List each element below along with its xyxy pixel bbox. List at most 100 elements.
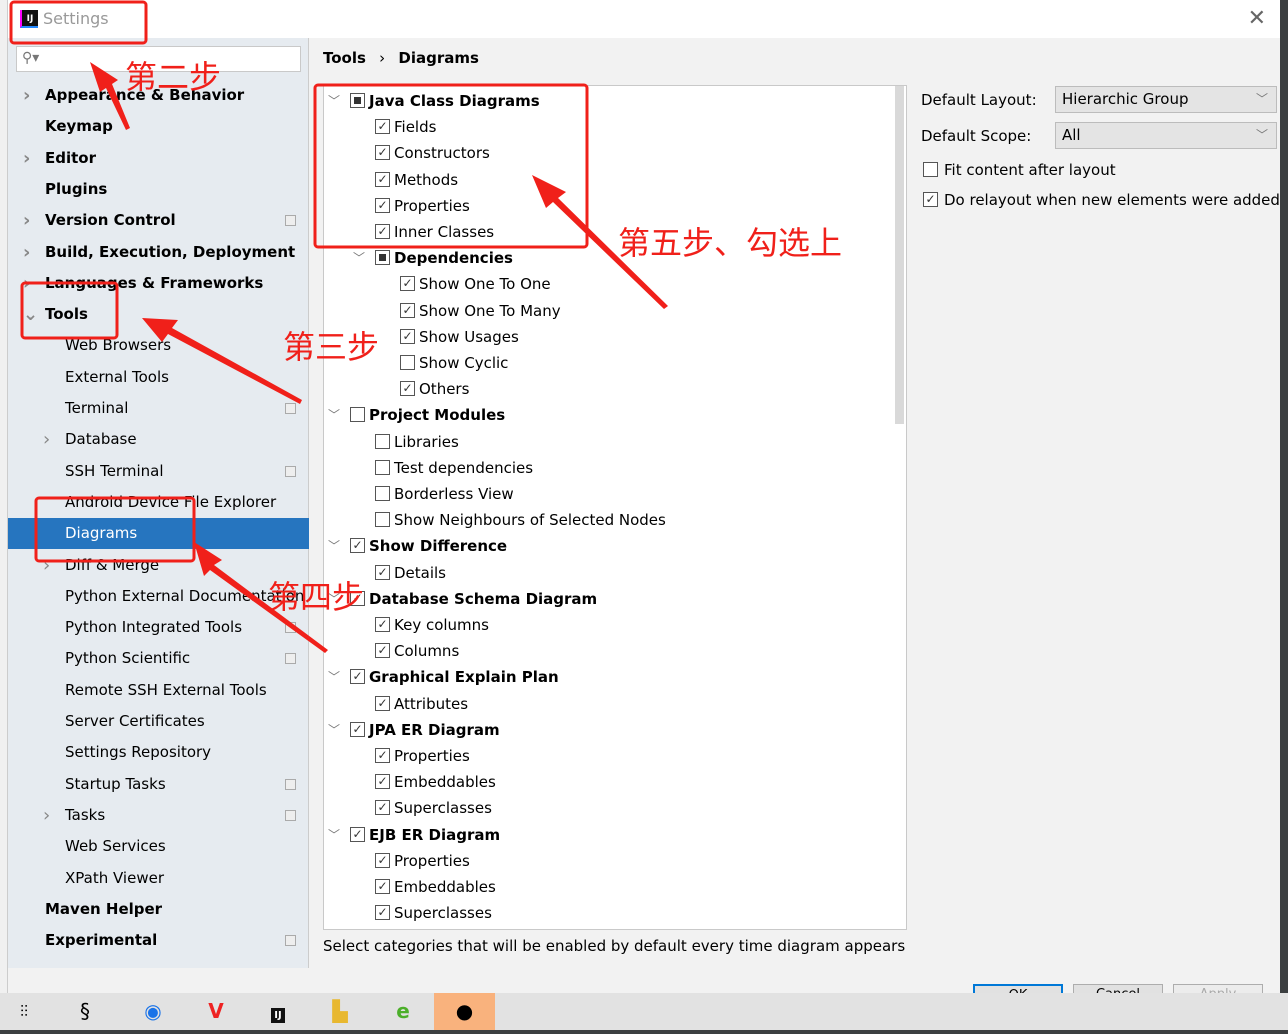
sidebar-item-maven-helper[interactable]: Maven Helper	[8, 894, 309, 925]
chevron-down-icon[interactable]: ﹀	[328, 402, 340, 428]
sidebar-item-build-execution-deployment[interactable]: › Build, Execution, Deployment	[8, 237, 309, 268]
tree-row[interactable]: Show Neighbours of Selected Nodes	[324, 507, 894, 533]
tree-row[interactable]: ✓ Properties	[324, 743, 894, 769]
default-layout-select[interactable]: Hierarchic Group ﹀	[1055, 86, 1277, 113]
tree-row[interactable]: ✓ Constructors	[324, 140, 894, 166]
checkbox-checked[interactable]: ✓	[375, 905, 390, 921]
chevron-down-icon[interactable]: ﹀	[328, 664, 340, 690]
sidebar-item-startup-tasks[interactable]: Startup Tasks	[8, 769, 309, 800]
close-icon[interactable]: ✕	[1248, 6, 1266, 31]
chevron-right-icon[interactable]: ›	[43, 424, 55, 455]
checkbox-checked[interactable]: ✓	[350, 669, 365, 685]
checkbox-checked[interactable]: ✓	[400, 302, 415, 318]
checkbox-unchecked[interactable]	[923, 162, 938, 177]
tree-row[interactable]: ✓ Key columns	[324, 612, 894, 638]
tree-row[interactable]: ✓ Superclasses	[324, 795, 894, 821]
tree-row[interactable]: ✓ Show Usages	[324, 324, 894, 350]
tree-row[interactable]: ✓ Fields	[324, 114, 894, 140]
checkbox-checked[interactable]: ✓	[375, 643, 390, 659]
ie-icon[interactable]: e	[381, 993, 425, 1030]
tree-row[interactable]: ✓ Superclasses	[324, 900, 894, 926]
tree-row[interactable]: ﹀ ✓ EJB ER Diagram	[324, 822, 894, 848]
intellij-icon[interactable]: IJ	[256, 993, 300, 1030]
sidebar-item-python-integrated-tools[interactable]: Python Integrated Tools	[8, 612, 309, 643]
sidebar-item-tasks[interactable]: › Tasks	[8, 800, 309, 831]
sidebar-item-web-browsers[interactable]: Web Browsers	[8, 330, 309, 361]
chevron-right-icon[interactable]: ›	[23, 237, 35, 268]
tree-row[interactable]: ﹀ Project Modules	[324, 402, 894, 428]
chevron-down-icon[interactable]: ﹀	[353, 245, 365, 271]
sidebar-item-terminal[interactable]: Terminal	[8, 393, 309, 424]
tree-row[interactable]: ﹀ ✓ Database Schema Diagram	[324, 586, 894, 612]
checkbox-checked[interactable]: ✓	[375, 197, 390, 213]
sidebar-item-plugins[interactable]: Plugins	[8, 174, 309, 205]
chevron-right-icon[interactable]: ›	[23, 268, 35, 299]
sidebar-item-external-tools[interactable]: External Tools	[8, 362, 309, 393]
checkbox-unchecked[interactable]	[375, 486, 390, 501]
checkbox-unchecked[interactable]	[375, 459, 390, 475]
tree-row[interactable]: ✓ Methods	[324, 167, 894, 193]
sidebar-item-remote-ssh-external-tools[interactable]: Remote SSH External Tools	[8, 675, 309, 706]
checkbox-checked[interactable]: ✓	[375, 224, 390, 239]
checkbox-partial[interactable]	[375, 250, 390, 266]
chevron-down-icon[interactable]: ⌄	[23, 299, 38, 330]
sidebar-item-python-external-documentation[interactable]: Python External Documentation	[8, 581, 309, 612]
tree-row[interactable]: ﹀ ✓ Show Difference	[324, 533, 894, 559]
sidebar-item-xpath-viewer[interactable]: XPath Viewer	[8, 863, 309, 894]
tree-row[interactable]: ﹀ ✓ JPA ER Diagram	[324, 717, 894, 743]
checkbox-checked[interactable]: ✓	[375, 748, 390, 763]
chevron-right-icon[interactable]: ›	[23, 205, 35, 236]
checkbox-checked[interactable]: ✓	[350, 538, 365, 554]
checkbox-checked[interactable]: ✓	[375, 564, 390, 580]
tree-row[interactable]: ✓ Show One To One	[324, 271, 894, 297]
sidebar-item-ssh-terminal[interactable]: SSH Terminal	[8, 456, 309, 487]
chevron-right-icon[interactable]: ›	[43, 550, 55, 581]
sidebar-item-settings-repository[interactable]: Settings Repository	[8, 737, 309, 768]
checkbox-checked[interactable]: ✓	[375, 879, 390, 894]
sidebar-item-languages-frameworks[interactable]: › Languages & Frameworks	[8, 268, 309, 299]
checkbox-checked[interactable]: ✓	[375, 119, 390, 135]
tree-row[interactable]: ✓ Show One To Many	[324, 298, 894, 324]
chevron-down-icon[interactable]: ﹀	[328, 88, 340, 114]
tree-row[interactable]: ✓ Properties	[324, 848, 894, 874]
app-icon[interactable]: §	[63, 993, 107, 1030]
chevron-down-icon[interactable]: ﹀	[328, 822, 340, 848]
sidebar-item-version-control[interactable]: › Version Control	[8, 205, 309, 236]
photo-icon[interactable]: ●	[434, 993, 495, 1030]
sidebar-item-database[interactable]: › Database	[8, 424, 309, 455]
tree-scrollbar[interactable]	[895, 86, 904, 424]
sidebar-item-python-scientific[interactable]: Python Scientific	[8, 643, 309, 674]
sidebar-item-keymap[interactable]: Keymap	[8, 111, 309, 142]
tree-row[interactable]: Test dependencies	[324, 455, 894, 481]
checkbox-unchecked[interactable]	[400, 355, 415, 370]
tree-row[interactable]: ✓ Embeddables	[324, 769, 894, 795]
checkbox-checked[interactable]: ✓	[400, 276, 415, 292]
tree-row[interactable]: ✓ Embeddables	[324, 874, 894, 900]
checkbox-checked[interactable]: ✓	[375, 695, 390, 711]
chevron-down-icon[interactable]: ﹀	[328, 533, 340, 559]
file-explorer-icon[interactable]: ▙	[318, 993, 362, 1030]
checkbox-checked[interactable]: ✓	[375, 774, 390, 790]
checkbox-checked[interactable]: ✓	[350, 721, 365, 737]
chevron-right-icon[interactable]: ›	[23, 80, 35, 111]
tree-row[interactable]: ✓ Properties	[324, 193, 894, 219]
checkbox-checked[interactable]: ✓	[375, 145, 390, 161]
checkbox-checked[interactable]: ✓	[400, 328, 415, 344]
checkbox-unchecked[interactable]	[375, 512, 390, 528]
tree-row[interactable]: ✓ Columns	[324, 638, 894, 664]
chevron-right-icon[interactable]: ›	[43, 800, 55, 831]
default-scope-select[interactable]: All ﹀	[1055, 122, 1277, 149]
sidebar-item-editor[interactable]: › Editor	[8, 143, 309, 174]
tree-row[interactable]: Show Cyclic	[324, 350, 894, 376]
tree-row[interactable]: ✓ Attributes	[324, 691, 894, 717]
checkbox-checked[interactable]: ✓	[350, 826, 365, 842]
tree-row[interactable]: ✓ Others	[324, 376, 894, 402]
chrome-icon[interactable]: ◉	[131, 993, 175, 1030]
chevron-right-icon[interactable]: ›	[23, 143, 35, 174]
chevron-down-icon[interactable]: ﹀	[328, 717, 340, 743]
sidebar-item-diagrams[interactable]: Diagrams	[8, 518, 309, 550]
sidebar-item-android-device-file-explorer[interactable]: Android Device File Explorer	[8, 487, 309, 518]
tree-row[interactable]: ﹀ ✓ Graphical Explain Plan	[324, 664, 894, 690]
tree-row[interactable]: Libraries	[324, 429, 894, 455]
checkbox-checked[interactable]: ✓	[375, 171, 390, 187]
